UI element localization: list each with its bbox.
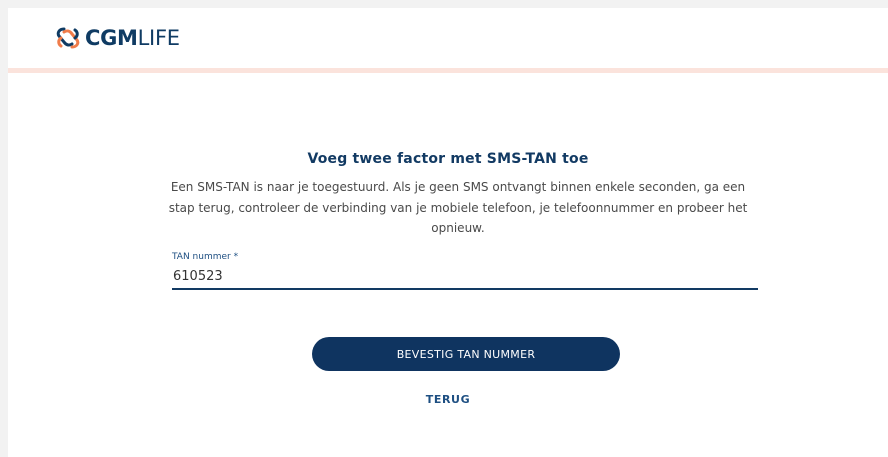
back-link[interactable]: TERUG bbox=[8, 393, 888, 406]
cgm-knot-logo-icon bbox=[56, 27, 80, 49]
page-title: Voeg twee factor met SMS-TAN toe bbox=[307, 151, 589, 167]
cgmlife-logo[interactable]: CGMLIFE bbox=[55, 25, 180, 51]
tan-field: TAN nummer * bbox=[172, 251, 758, 290]
tan-field-label: TAN nummer * bbox=[172, 252, 239, 262]
logo-wordmark: CGMLIFE bbox=[85, 25, 180, 51]
confirm-tan-button[interactable]: BEVESTIG TAN NUMMER bbox=[312, 337, 620, 371]
tan-input[interactable] bbox=[172, 264, 758, 290]
main-content: Voeg twee factor met SMS-TAN toe Een SMS… bbox=[8, 73, 888, 457]
header: CGMLIFE bbox=[8, 8, 888, 73]
instructions-text: Een SMS-TAN is naar je toegestuurd. Als … bbox=[168, 180, 748, 235]
logo-text-light: LIFE bbox=[137, 26, 180, 50]
logo-text-bold: CGM bbox=[85, 26, 138, 50]
page-frame: CGMLIFE Voeg twee factor met SMS-TAN toe… bbox=[8, 8, 888, 457]
